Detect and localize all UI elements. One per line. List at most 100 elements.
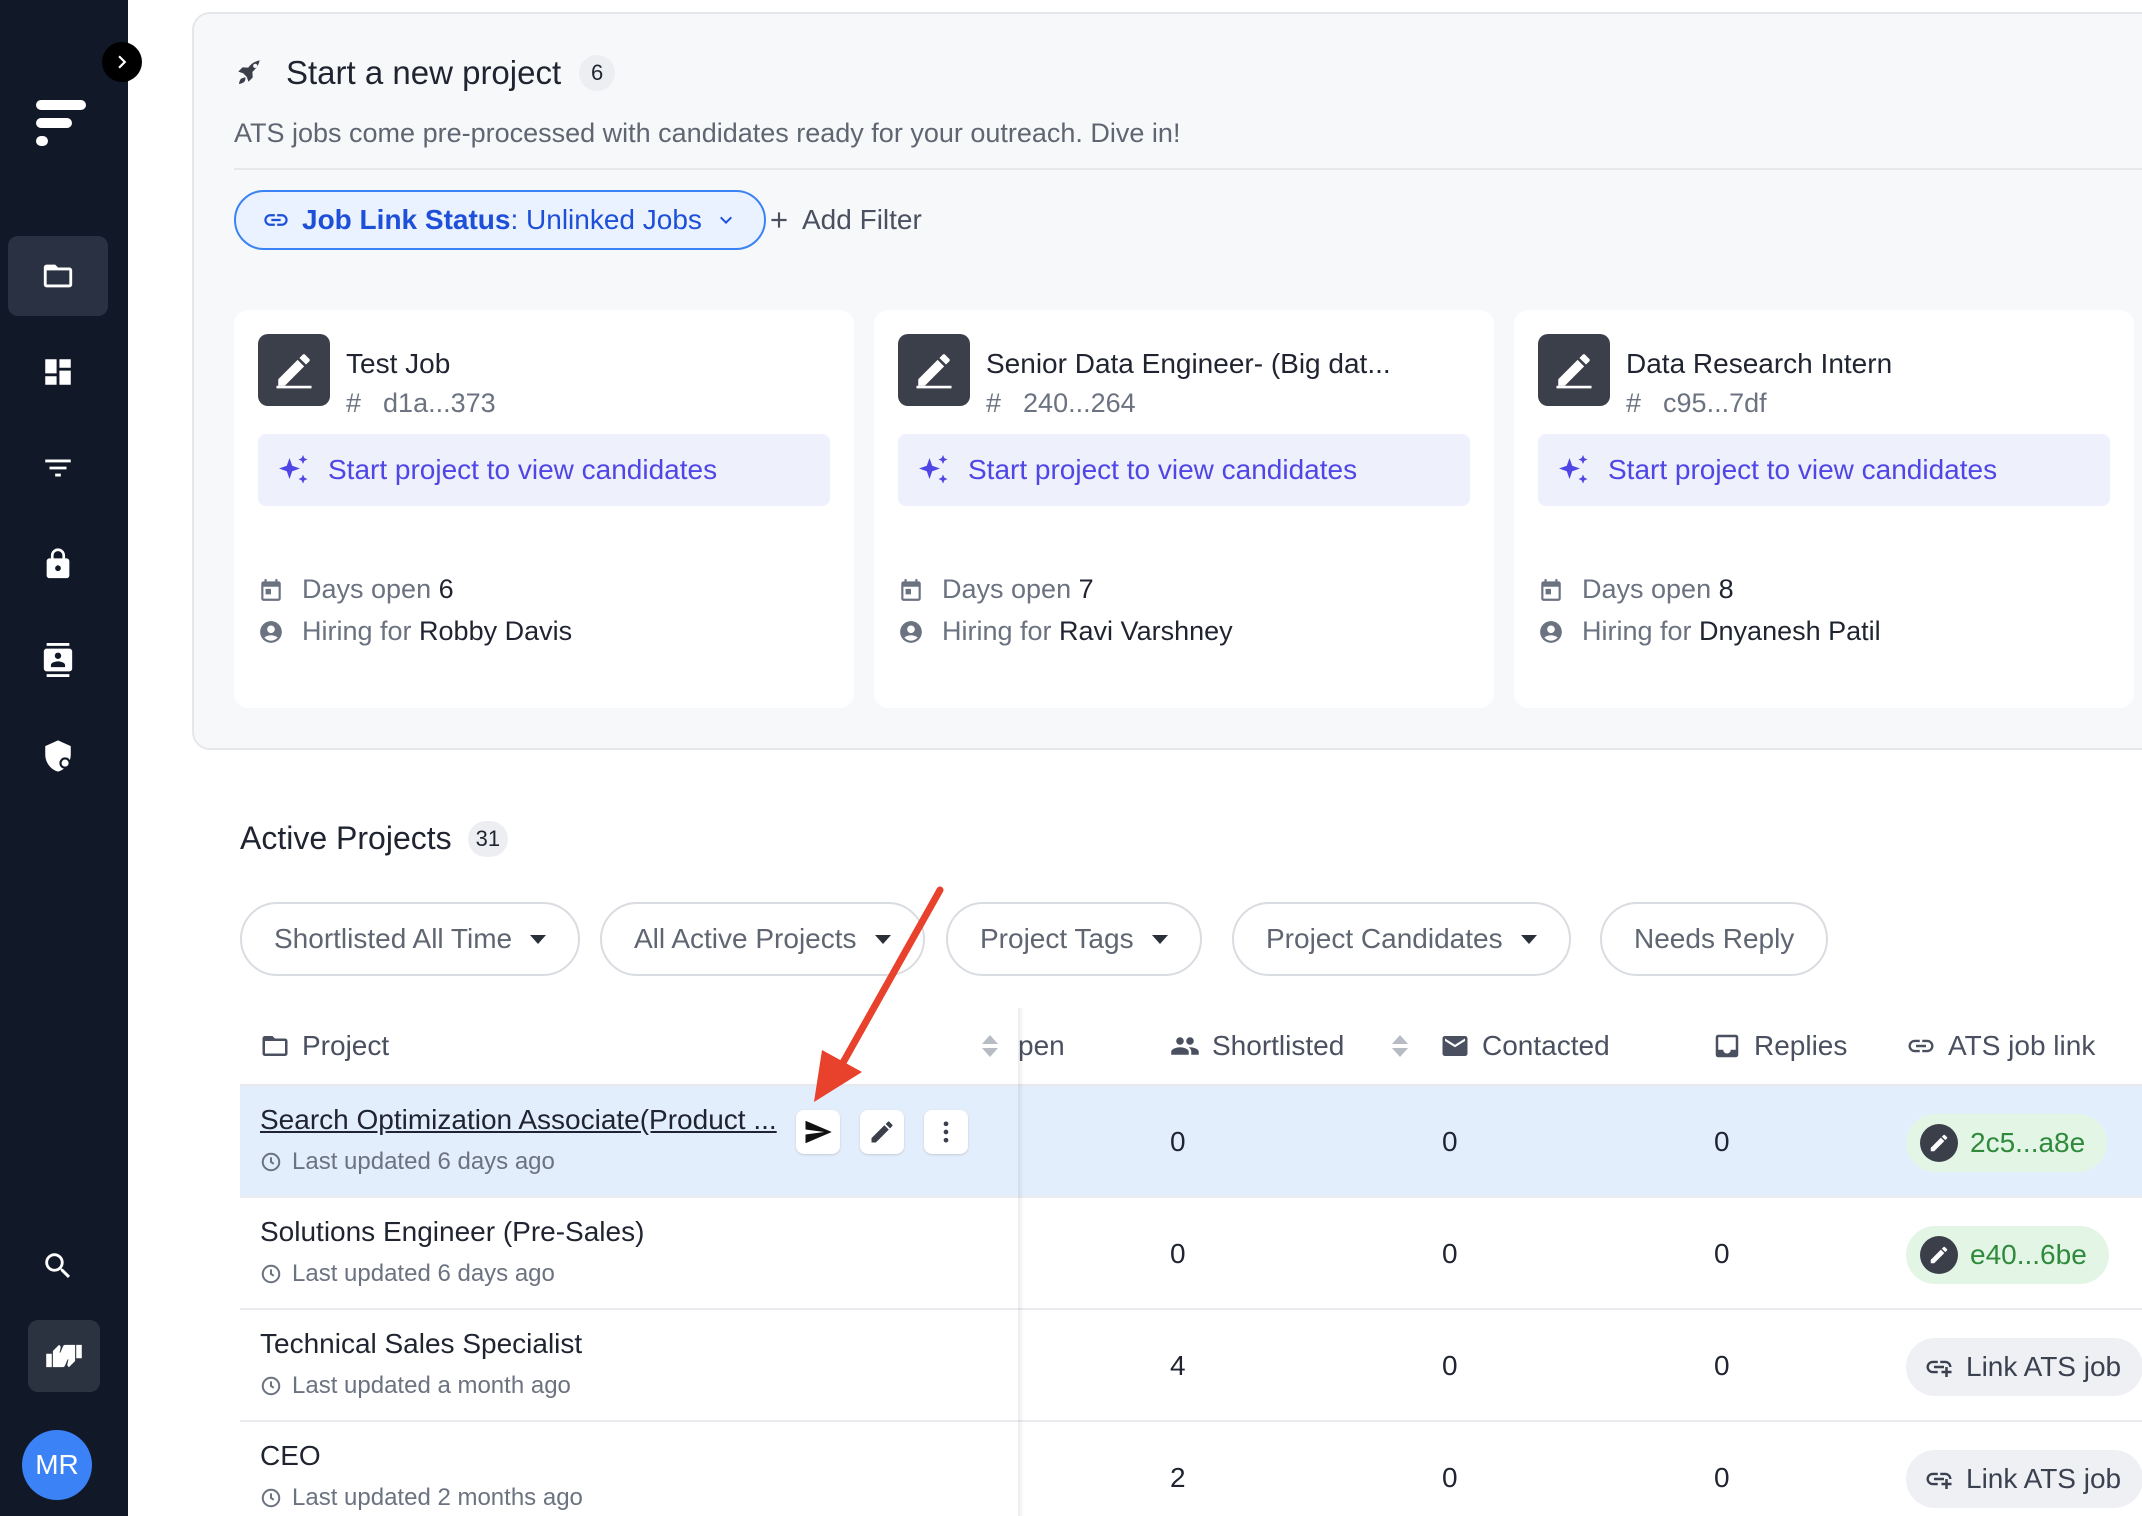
ats-job-icon [1920,1236,1958,1274]
start-project-header: Start a new project 6 [234,54,616,92]
column-header-replies[interactable]: Replies [1712,1008,1847,1084]
hash-icon: # [346,388,362,418]
thumbs-up-down-icon [46,1344,82,1368]
last-updated: Last updated 6 days ago [260,1148,555,1176]
column-header-days-open[interactable]: pen [1018,1008,1065,1084]
filter-all-active-projects[interactable]: All Active Projects [600,902,925,976]
filter-needs-reply[interactable]: Needs Reply [1600,902,1829,976]
calendar-icon [1541,578,1561,601]
replies-count: 0 [1714,1462,1730,1493]
people-icon [1171,1037,1199,1055]
job-title: Senior Data Engineer- (Big dat... [986,348,1391,379]
start-project-cta[interactable]: Start project to view candidates [258,434,830,506]
link-ats-job-button[interactable]: Link ATS job [1906,1450,2142,1508]
pencil-icon [871,1121,893,1143]
job-card[interactable]: Data Research Intern # c95...7df Start pr… [1514,310,2134,708]
app-logo[interactable] [34,96,90,152]
replies-count: 0 [1714,1238,1730,1269]
table-row[interactable]: CEO Last updated 2 months ago 2 0 0 Link… [240,1422,2142,1516]
link-ats-job-button[interactable]: Link ATS job [1906,1338,2142,1396]
filter-project-candidates[interactable]: Project Candidates [1232,902,1571,976]
job-card[interactable]: Test Job # d1a...373 Start project to vie… [234,310,854,708]
calendar-icon [901,578,921,601]
project-name[interactable]: CEO [260,1440,321,1472]
column-header-ats-job-link[interactable]: ATS job link [1906,1008,2095,1084]
calendar-icon [261,578,281,601]
sort-project[interactable] [982,1008,998,1084]
chevron-right-icon [118,55,127,69]
nav-contacts[interactable] [8,620,108,700]
job-card[interactable]: Senior Data Engineer- (Big dat... #240..… [874,310,1494,708]
contacted-count: 0 [1442,1462,1458,1493]
start-project-cta[interactable]: Start project to view candidates [898,434,1470,506]
days-open: Days open 7 [898,574,1094,605]
row-actions [796,1110,968,1154]
more-options-button[interactable] [924,1110,968,1154]
column-header-shortlisted[interactable]: Shortlisted [1170,1008,1409,1084]
contacted-count: 0 [1442,1238,1458,1269]
nav-dashboard[interactable] [8,332,108,412]
start-project-panel: Start a new project 6 ATS jobs come pre-… [192,12,2142,750]
contacted-count: 0 [1442,1350,1458,1381]
clock-icon [261,1376,281,1396]
table-row[interactable]: Search Optimization Associate(Product ..… [240,1086,2142,1198]
last-updated: Last updated 6 days ago [260,1260,555,1288]
ats-job-badge[interactable]: 2c5...a8e [1906,1114,2108,1172]
table-row[interactable]: Solutions Engineer (Pre-Sales) Last upda… [240,1198,2142,1310]
more-vert-icon [943,1121,949,1143]
ats-job-icon [898,334,970,406]
expand-sidebar-button[interactable] [102,42,142,82]
start-project-cta[interactable]: Start project to view candidates [1538,434,2110,506]
chevron-down-icon [719,216,732,224]
feedback-button[interactable] [28,1320,100,1392]
sort-shortlisted[interactable] [1392,1035,1409,1057]
project-name-link[interactable]: Search Optimization Associate(Product ..… [260,1104,777,1136]
column-header-project[interactable]: Project [260,1008,389,1084]
replies-count: 0 [1714,1126,1730,1157]
nav-filters[interactable] [8,428,108,508]
add-filter-button[interactable]: Add Filter [766,190,922,250]
filter-project-tags[interactable]: Project Tags [946,902,1202,976]
start-project-subtitle: ATS jobs come pre-processed with candida… [234,118,1181,148]
job-link-status-filter[interactable]: Job Link Status: Unlinked Jobs [234,190,766,250]
shortlisted-count: 4 [1170,1350,1186,1381]
nav-projects[interactable] [8,236,108,316]
add-link-icon [1926,1472,1952,1489]
ats-job-icon [258,334,330,406]
active-projects-header: Active Projects 31 [240,820,509,857]
job-id: #240...264 [986,388,1136,418]
folder-icon [262,1036,288,1056]
column-header-contacted[interactable]: Contacted [1440,1008,1610,1084]
table-row[interactable]: Technical Sales Specialist Last updated … [240,1310,2142,1422]
clock-icon [261,1152,281,1172]
user-avatar[interactable]: MR [22,1430,92,1500]
project-name[interactable]: Solutions Engineer (Pre-Sales) [260,1216,644,1248]
nav-search[interactable] [8,1226,108,1306]
send-button[interactable] [796,1110,840,1154]
account-circle-icon [1540,620,1562,643]
job-title: Test Job [346,348,451,379]
security-icon [45,740,71,772]
add-filter-label: Add Filter [802,204,922,235]
mail-icon [1442,1036,1468,1056]
filter-value: Unlinked Jobs [526,204,702,235]
filter-shortlisted-all-time[interactable]: Shortlisted All Time [240,902,581,976]
last-updated: Last updated 2 months ago [260,1484,583,1512]
link-icon [1908,1039,1934,1053]
caret-down-icon [1520,934,1537,944]
nav-lock[interactable] [8,524,108,604]
folder-icon [43,264,73,288]
edit-button[interactable] [860,1110,904,1154]
add-link-icon [1926,1360,1952,1377]
link-icon [264,214,288,226]
ats-job-icon [1538,334,1610,406]
nav-security[interactable] [8,716,108,796]
project-name[interactable]: Technical Sales Specialist [260,1328,582,1360]
sparkle-icon [1559,455,1588,484]
sparkle-icon [279,455,308,484]
contacts-icon [43,643,73,677]
hash-icon: # [986,388,1002,418]
ats-job-badge[interactable]: e40...6be [1906,1226,2109,1284]
start-project-count: 6 [579,55,616,91]
hiring-for: Hiring for Ravi Varshney [898,616,1233,647]
